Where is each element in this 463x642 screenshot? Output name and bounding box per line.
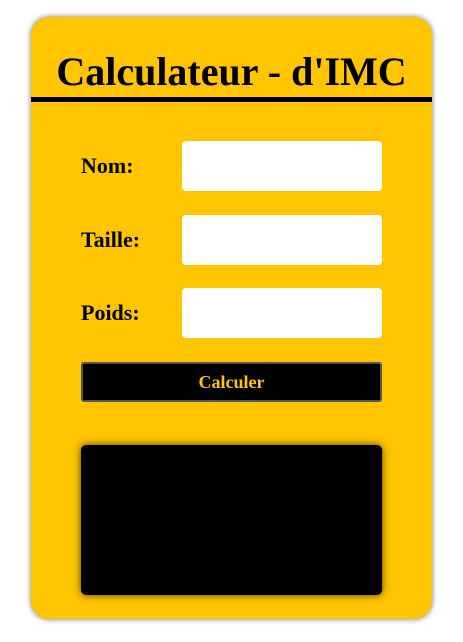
weight-input[interactable] [182,288,382,338]
height-label: Taille: [81,227,141,252]
height-input[interactable] [182,215,382,265]
weight-label: Poids: [81,300,140,325]
name-row: Nom: [81,141,382,191]
page-title: Calculateur - d'IMC [56,49,407,94]
header: Calculateur - d'IMC [31,17,432,102]
height-row: Taille: [81,215,382,265]
weight-row: Poids: [81,288,382,338]
result-box [81,445,382,595]
bmi-calculator-card: Calculateur - d'IMC Nom: Taille: Poids: … [31,17,432,619]
page: Calculateur - d'IMC Nom: Taille: Poids: … [0,0,463,642]
calculate-button[interactable]: Calculer [81,362,382,402]
name-label: Nom: [81,153,134,178]
name-input[interactable] [182,141,382,191]
